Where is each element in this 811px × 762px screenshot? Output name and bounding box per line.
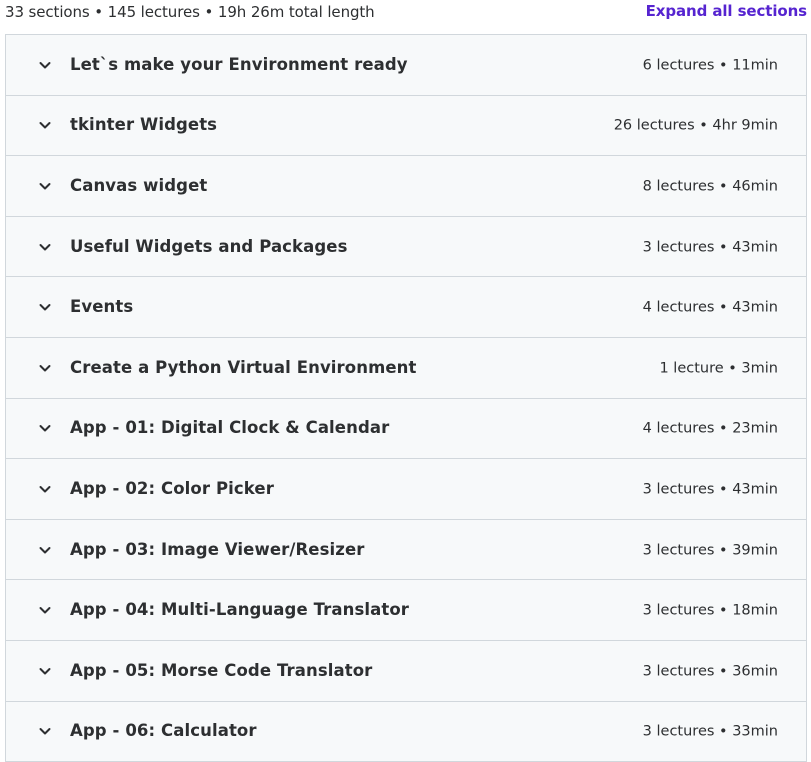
curriculum-section-12[interactable]: App - 06: Calculator 3 lectures • 33min <box>6 701 806 762</box>
section-lecture-info: 3 lectures • 43min <box>642 481 778 498</box>
curriculum-section-11[interactable]: App - 05: Morse Code Translator 3 lectur… <box>6 640 806 702</box>
section-title: Let`s make your Environment ready <box>70 54 408 74</box>
section-lecture-info: 4 lectures • 43min <box>642 299 778 316</box>
section-title: App - 06: Calculator <box>70 721 257 741</box>
curriculum-section-8[interactable]: App - 02: Color Picker 3 lectures • 43mi… <box>6 459 806 520</box>
section-title: App - 02: Color Picker <box>70 479 274 499</box>
section-lecture-info: 4 lectures • 23min <box>642 420 778 437</box>
curriculum-section-10[interactable]: App - 04: Multi-Language Translator 3 le… <box>6 580 806 641</box>
curriculum-section-2[interactable]: tkinter Widgets 26 lectures • 4hr 9min <box>6 95 806 157</box>
chevron-down-icon <box>37 602 53 618</box>
section-lecture-info: 3 lectures • 33min <box>642 723 778 740</box>
section-title: Events <box>70 297 134 317</box>
section-title: App - 03: Image Viewer/Resizer <box>70 539 365 559</box>
section-title: Create a Python Virtual Environment <box>70 357 417 377</box>
chevron-down-icon <box>37 239 53 255</box>
section-title: Useful Widgets and Packages <box>70 236 348 256</box>
section-lecture-info: 3 lectures • 39min <box>642 541 778 558</box>
chevron-down-icon <box>37 299 53 315</box>
section-lecture-info: 1 lecture • 3min <box>659 360 778 377</box>
section-lecture-info: 3 lectures • 43min <box>642 238 778 255</box>
curriculum-section-3[interactable]: Canvas widget 8 lectures • 46min <box>6 156 806 217</box>
section-title: App - 04: Multi-Language Translator <box>70 600 410 620</box>
section-lecture-info: 26 lectures • 4hr 9min <box>613 117 778 134</box>
curriculum-accordion: Let`s make your Environment ready 6 lect… <box>5 34 807 762</box>
section-lecture-info: 3 lectures • 18min <box>642 602 778 619</box>
curriculum-section-1[interactable]: Let`s make your Environment ready 6 lect… <box>6 35 806 96</box>
section-lecture-info: 3 lectures • 36min <box>642 663 778 680</box>
curriculum-section-9[interactable]: App - 03: Image Viewer/Resizer 3 lecture… <box>6 519 806 581</box>
section-title: App - 05: Morse Code Translator <box>70 660 373 680</box>
chevron-down-icon <box>37 542 53 558</box>
expand-all-sections-button[interactable]: Expand all sections <box>646 2 807 20</box>
chevron-down-icon <box>37 178 53 194</box>
chevron-down-icon <box>37 663 53 679</box>
section-lecture-info: 8 lectures • 46min <box>642 178 778 195</box>
chevron-down-icon <box>37 117 53 133</box>
chevron-down-icon <box>37 420 53 436</box>
chevron-down-icon <box>37 360 53 376</box>
curriculum-section-4[interactable]: Useful Widgets and Packages 3 lectures •… <box>6 216 806 278</box>
curriculum-section-6[interactable]: Create a Python Virtual Environment 1 le… <box>6 337 806 399</box>
curriculum-summary-bar: 33 sections • 145 lectures • 19h 26m tot… <box>0 0 811 34</box>
chevron-down-icon <box>37 57 53 73</box>
section-title: tkinter Widgets <box>70 115 218 135</box>
curriculum-summary-text: 33 sections • 145 lectures • 19h 26m tot… <box>5 3 375 21</box>
curriculum-section-5[interactable]: Events 4 lectures • 43min <box>6 277 806 338</box>
chevron-down-icon <box>37 481 53 497</box>
curriculum-section-7[interactable]: App - 01: Digital Clock & Calendar 4 lec… <box>6 398 806 460</box>
section-lecture-info: 6 lectures • 11min <box>642 57 778 74</box>
chevron-down-icon <box>37 723 53 739</box>
section-title: App - 01: Digital Clock & Calendar <box>70 418 390 438</box>
section-title: Canvas widget <box>70 176 208 196</box>
